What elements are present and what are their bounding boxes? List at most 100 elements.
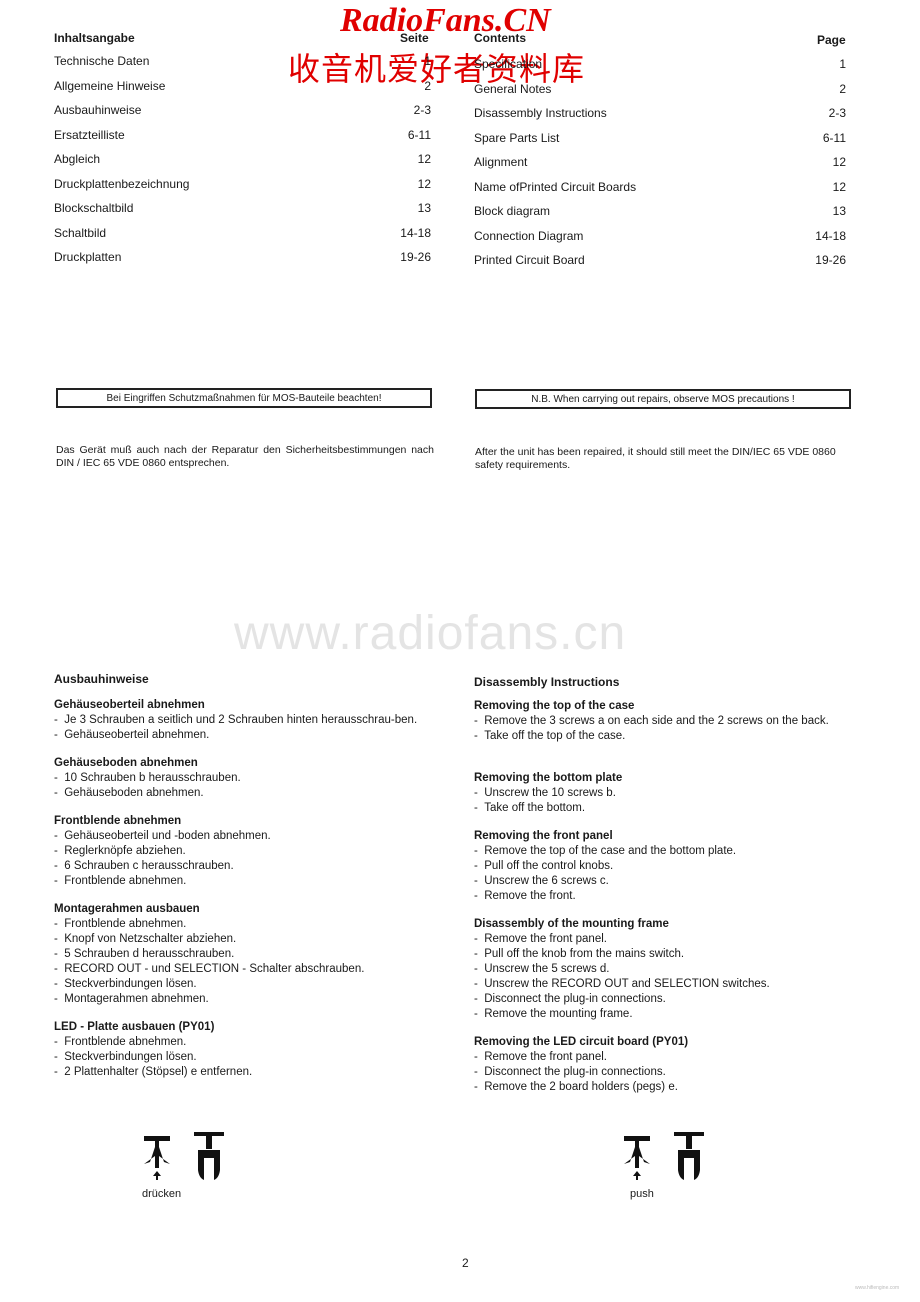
toc-item-label: Ersatzteilliste xyxy=(54,127,125,142)
bullet-dash: - xyxy=(474,1008,485,1020)
toc-item-page: 12 xyxy=(417,176,431,191)
bullet-dash: - xyxy=(474,890,485,902)
step-text: Frontblende abnehmen. xyxy=(64,918,187,930)
instruction-step: - 2 Plattenhalter (Stöpsel) e entfernen. xyxy=(54,1065,439,1080)
step-text: Disconnect the plug-in connections. xyxy=(484,993,666,1005)
bullet-dash: - xyxy=(54,729,65,741)
instruction-step: - Unscrew the 5 screws d. xyxy=(474,962,854,977)
step-text: Reglerknöpfe abziehen. xyxy=(64,845,186,857)
peg-side-view-icon xyxy=(674,1132,704,1180)
bullet-dash: - xyxy=(474,715,485,727)
bullet-dash: - xyxy=(474,1051,485,1063)
instruction-step: - Steckverbindungen lösen. xyxy=(54,1050,439,1065)
step-text: Montagerahmen abnehmen. xyxy=(64,993,209,1005)
instruction-step: - Montagerahmen abnehmen. xyxy=(54,992,439,1007)
bullet-dash: - xyxy=(474,978,485,990)
toc-item-label: Ausbauhinweise xyxy=(54,103,142,117)
instruction-step: - Frontblende abnehmen. xyxy=(54,917,439,932)
mos-notice-de: Bei Eingriffen Schutzmaßnahmen für MOS-B… xyxy=(56,388,432,408)
toc-item-label: Name ofPrinted Circuit Boards xyxy=(474,179,637,194)
toc-item-page: 19-26 xyxy=(400,250,431,264)
step-text: Frontblende abnehmen. xyxy=(64,875,187,887)
instruction-step: - Je 3 Schrauben a seitlich und 2 Schrau… xyxy=(54,713,439,728)
instruction-step: - Remove the front panel. xyxy=(474,1050,854,1065)
bullet-dash: - xyxy=(54,875,65,887)
toc-item-label: Blockschaltbild xyxy=(54,201,134,215)
toc-item-page: 12 xyxy=(832,179,846,194)
step-text: Disconnect the plug-in connections. xyxy=(484,1066,666,1078)
toc-item-label: Druckplattenbezeichnung xyxy=(54,176,190,191)
step-text: Unscrew the 10 screws b. xyxy=(484,787,616,799)
toc-item-page: 12 xyxy=(417,152,431,166)
toc-item-page: 12 xyxy=(832,155,846,169)
disassembly-section: Frontblende abnehmen - Gehäuseoberteil un… xyxy=(54,814,439,889)
section-heading: Removing the LED circuit board (PY01) xyxy=(474,1036,689,1048)
bullet-dash: - xyxy=(54,860,65,872)
disassembly-section: Gehäuseoberteil abnehmen - Je 3 Schrauben… xyxy=(54,698,439,743)
bullet-dash: - xyxy=(54,1066,65,1078)
mos-notice-de-text: Bei Eingriffen Schutzmaßnahmen für MOS-B… xyxy=(106,392,382,404)
disassembly-de-sections: Gehäuseoberteil abnehmen - Je 3 Schrauben… xyxy=(54,698,439,1080)
disassembly-de: Ausbauhinweise Gehäuseoberteil abnehmen -… xyxy=(54,672,439,1080)
step-text: Unscrew the 6 screws c. xyxy=(484,875,609,887)
bullet-dash: - xyxy=(54,948,65,960)
section-heading: Gehäuseoberteil abnehmen xyxy=(54,699,205,711)
bullet-dash: - xyxy=(54,933,65,945)
step-text: Steckverbindungen lösen. xyxy=(64,978,197,990)
section-heading: LED - Platte ausbauen (PY01) xyxy=(54,1021,215,1033)
bullet-dash: - xyxy=(54,830,65,842)
mos-notice-en-text: N.B. When carrying out repairs, observe … xyxy=(531,393,795,405)
toc-item-page: 13 xyxy=(832,204,846,218)
section-heading: Frontblende abnehmen xyxy=(54,815,182,827)
watermark-url: www.radiofans.cn xyxy=(234,607,627,660)
toc-item-page: 6-11 xyxy=(407,127,431,142)
peg-top-view-icon xyxy=(624,1136,650,1168)
instruction-step: - Knopf von Netzschalter abziehen. xyxy=(54,932,439,947)
toc-item-page: 14-18 xyxy=(815,228,846,243)
bullet-dash: - xyxy=(54,772,65,784)
arrow-up-icon xyxy=(153,1171,161,1180)
bullet-dash: - xyxy=(474,1066,485,1078)
instruction-step: - Unscrew the 10 screws b. xyxy=(474,786,854,801)
step-text: Je 3 Schrauben a seitlich und 2 Schraube… xyxy=(64,714,418,726)
instruction-step: - 5 Schrauben d herausschrauben. xyxy=(54,947,439,962)
instruction-step: - Remove the mounting frame. xyxy=(474,1007,854,1022)
toc-de-page-header: Seite xyxy=(400,31,429,45)
toc-item-label: Connection Diagram xyxy=(474,228,584,243)
bullet-dash: - xyxy=(54,963,65,975)
instruction-step: - Disconnect the plug-in connections. xyxy=(474,992,854,1007)
disassembly-en: Disassembly Instructions Removing the to… xyxy=(474,675,854,1095)
bullet-dash: - xyxy=(54,1036,65,1048)
instruction-step: - Pull off the knob from the mains switc… xyxy=(474,947,854,962)
toc-en-page-header: Page xyxy=(817,33,846,47)
toc-item-label: Specification xyxy=(474,57,543,71)
bullet-dash: - xyxy=(54,1051,65,1063)
section-heading: Gehäuseboden abnehmen xyxy=(54,757,198,769)
instruction-step: - 10 Schrauben b herausschrauben. xyxy=(54,771,439,786)
instruction-step: - Disconnect the plug-in connections. xyxy=(474,1065,854,1080)
instruction-step: - Take off the bottom. xyxy=(474,801,854,816)
step-text: Unscrew the RECORD OUT and SELECTION swi… xyxy=(484,978,770,990)
step-text: Steckverbindungen lösen. xyxy=(64,1051,197,1063)
section-heading: Removing the top of the case xyxy=(474,700,635,712)
safety-note-en: After the unit has been repaired, it sho… xyxy=(475,446,836,471)
instruction-step: - Remove the 2 board holders (pegs) e. xyxy=(474,1080,854,1095)
arrow-up-icon xyxy=(633,1171,641,1180)
bullet-dash: - xyxy=(54,845,65,857)
step-text: Remove the mounting frame. xyxy=(484,1008,633,1020)
instruction-step: - Take off the top of the case. xyxy=(474,729,854,744)
instruction-step: - Frontblende abnehmen. xyxy=(54,1035,439,1050)
disassembly-section: Gehäuseboden abnehmen - 10 Schrauben b he… xyxy=(54,756,439,801)
section-heading: Disassembly of the mounting frame xyxy=(474,918,669,930)
figure-label-de: drücken xyxy=(142,1188,182,1200)
bullet-dash: - xyxy=(54,918,65,930)
bullet-dash: - xyxy=(54,787,65,799)
toc-de-title: Inhaltsangabe xyxy=(54,31,135,45)
toc-item-page: 1 xyxy=(424,54,431,68)
bullet-dash: - xyxy=(54,978,65,990)
step-text: Remove the front panel. xyxy=(484,933,607,945)
bullet-dash: - xyxy=(474,948,485,960)
peg-push-figure-de xyxy=(144,1132,224,1180)
toc-item-page: 2 xyxy=(839,81,846,96)
instruction-step: - Remove the front. xyxy=(474,889,854,904)
